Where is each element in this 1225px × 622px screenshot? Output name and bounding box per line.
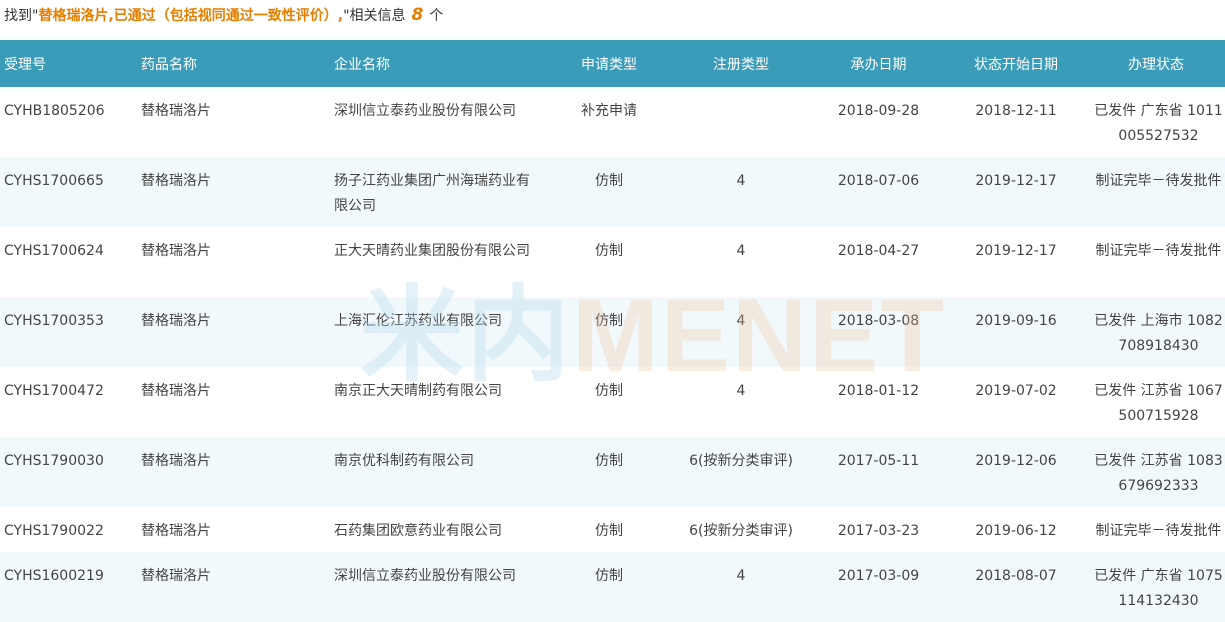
handling-date: 2017-03-09 bbox=[837, 568, 920, 584]
result-count: 8 bbox=[411, 5, 424, 25]
acceptance-no-link[interactable]: CYHS1600219 bbox=[0, 552, 137, 622]
handling-status: 已发件 江苏省 1067500715928 bbox=[1094, 383, 1223, 424]
results-table: 受理号 药品名称 企业名称 申请类型 注册类型 承办日期 状态开始日期 办理状态… bbox=[0, 40, 1225, 622]
handling-status: 已发件 江苏省 1083679692333 bbox=[1094, 453, 1223, 494]
application-type: 仿制 bbox=[595, 453, 623, 469]
handling-status: 已发件 上海市 1082708918430 bbox=[1094, 313, 1223, 354]
drug-name-link[interactable]: 替格瑞洛片 bbox=[137, 227, 330, 297]
handling-status: 已发件 广东省 1075114132430 bbox=[1094, 568, 1223, 609]
registration-type: 4 bbox=[736, 313, 746, 329]
company-name-link[interactable]: 扬子江药业集团广州海瑞药业有限公司 bbox=[330, 157, 548, 227]
header-registration-type[interactable]: 注册类型 bbox=[670, 40, 812, 87]
drug-name-link[interactable]: 替格瑞洛片 bbox=[137, 87, 330, 157]
handling-date: 2017-03-23 bbox=[837, 523, 920, 539]
handling-status: 制证完毕－待发批件 bbox=[1095, 523, 1222, 539]
drug-name-link[interactable]: 替格瑞洛片 bbox=[137, 552, 330, 622]
handling-date: 2017-05-11 bbox=[837, 453, 920, 469]
header-status-start-date[interactable]: 状态开始日期 bbox=[945, 40, 1087, 87]
handling-date: 2018-01-12 bbox=[837, 383, 920, 399]
table-row: CYHS1790022 替格瑞洛片 石药集团欧意药业有限公司 仿制 6(按新分类审评) 2… bbox=[0, 507, 1225, 552]
registration-type: 6(按新分类审评) bbox=[689, 453, 793, 469]
registration-type: 4 bbox=[736, 383, 746, 399]
acceptance-no-link[interactable]: CYHS1700665 bbox=[0, 157, 137, 227]
header-acceptance-no[interactable]: 受理号 bbox=[0, 40, 137, 87]
handling-date: 2018-09-28 bbox=[837, 103, 920, 119]
status-start-date: 2018-12-11 bbox=[975, 103, 1057, 119]
table-row: CYHS1600219 替格瑞洛片 深圳信立泰药业股份有限公司 仿制 4 2017-03-… bbox=[0, 552, 1225, 622]
summary-query: 替格瑞洛片,已通过（包括视同通过一致性评价）, bbox=[38, 8, 344, 24]
registration-type: 6(按新分类审评) bbox=[689, 523, 793, 539]
application-type: 仿制 bbox=[595, 243, 623, 259]
acceptance-no-link[interactable]: CYHS1700624 bbox=[0, 227, 137, 297]
drug-name-link[interactable]: 替格瑞洛片 bbox=[137, 507, 330, 552]
company-name-link[interactable]: 上海汇伦江苏药业有限公司 bbox=[330, 297, 548, 367]
drug-name-link[interactable]: 替格瑞洛片 bbox=[137, 157, 330, 227]
handling-date: 2018-04-27 bbox=[837, 243, 920, 259]
acceptance-no-link[interactable]: CYHS1790022 bbox=[0, 507, 137, 552]
result-summary: 找到"替格瑞洛片,已通过（包括视同通过一致性评价）,"相关信息 8 个 bbox=[4, 4, 443, 26]
header-application-type[interactable]: 申请类型 bbox=[548, 40, 670, 87]
table-row: CYHS1700665 替格瑞洛片 扬子江药业集团广州海瑞药业有限公司 仿制 4 2018… bbox=[0, 157, 1225, 227]
summary-prefix: 找到" bbox=[4, 8, 39, 24]
acceptance-no-link[interactable]: CYHB1805206 bbox=[0, 87, 137, 157]
registration-type: 4 bbox=[736, 173, 746, 189]
handling-status: 制证完毕－待发批件 bbox=[1095, 243, 1222, 259]
table-row: CYHS1700472 替格瑞洛片 南京正大天晴制药有限公司 仿制 4 2018-01-1… bbox=[0, 367, 1225, 437]
application-type: 仿制 bbox=[595, 568, 623, 584]
application-type: 仿制 bbox=[595, 173, 623, 189]
registration-type bbox=[670, 87, 812, 157]
company-name-link[interactable]: 南京正大天晴制药有限公司 bbox=[330, 367, 548, 437]
handling-date: 2018-03-08 bbox=[837, 313, 920, 329]
table-row: CYHS1700353 替格瑞洛片 上海汇伦江苏药业有限公司 仿制 4 2018-03-0… bbox=[0, 297, 1225, 367]
handling-status: 制证完毕－待发批件 bbox=[1095, 173, 1222, 189]
header-handling-status[interactable]: 办理状态 bbox=[1087, 40, 1225, 87]
drug-name-link[interactable]: 替格瑞洛片 bbox=[137, 367, 330, 437]
handling-status: 已发件 广东省 1011005527532 bbox=[1094, 103, 1223, 144]
drug-name-link[interactable]: 替格瑞洛片 bbox=[137, 297, 330, 367]
application-type: 补充申请 bbox=[581, 103, 637, 119]
company-name-link[interactable]: 深圳信立泰药业股份有限公司 bbox=[330, 552, 548, 622]
acceptance-no-link[interactable]: CYHS1700353 bbox=[0, 297, 137, 367]
status-start-date: 2019-06-12 bbox=[975, 523, 1057, 539]
header-company-name[interactable]: 企业名称 bbox=[330, 40, 548, 87]
drug-name-link[interactable]: 替格瑞洛片 bbox=[137, 437, 330, 507]
company-name-link[interactable]: 正大天晴药业集团股份有限公司 bbox=[330, 227, 548, 297]
company-name-link[interactable]: 石药集团欧意药业有限公司 bbox=[330, 507, 548, 552]
registration-type: 4 bbox=[736, 568, 746, 584]
status-start-date: 2019-07-02 bbox=[975, 383, 1057, 399]
header-drug-name[interactable]: 药品名称 bbox=[137, 40, 330, 87]
company-name-link[interactable]: 深圳信立泰药业股份有限公司 bbox=[330, 87, 548, 157]
application-type: 仿制 bbox=[595, 383, 623, 399]
handling-date: 2018-07-06 bbox=[837, 173, 920, 189]
table-row: CYHS1700624 替格瑞洛片 正大天晴药业集团股份有限公司 仿制 4 2018-04… bbox=[0, 227, 1225, 297]
summary-suffix: 个 bbox=[429, 8, 444, 24]
registration-type: 4 bbox=[736, 243, 746, 259]
company-name-link[interactable]: 南京优科制药有限公司 bbox=[330, 437, 548, 507]
status-start-date: 2019-12-06 bbox=[975, 453, 1057, 469]
summary-middle: "相关信息 bbox=[343, 8, 406, 24]
application-type: 仿制 bbox=[595, 313, 623, 329]
table-row: CYHB1805206 替格瑞洛片 深圳信立泰药业股份有限公司 补充申请 2018-09… bbox=[0, 87, 1225, 157]
status-start-date: 2018-08-07 bbox=[975, 568, 1057, 584]
table-header-row: 受理号 药品名称 企业名称 申请类型 注册类型 承办日期 状态开始日期 办理状态 bbox=[0, 40, 1225, 87]
header-handling-date[interactable]: 承办日期 bbox=[812, 40, 945, 87]
application-type: 仿制 bbox=[595, 523, 623, 539]
acceptance-no-link[interactable]: CYHS1790030 bbox=[0, 437, 137, 507]
acceptance-no-link[interactable]: CYHS1700472 bbox=[0, 367, 137, 437]
status-start-date: 2019-12-17 bbox=[975, 243, 1057, 259]
table-row: CYHS1790030 替格瑞洛片 南京优科制药有限公司 仿制 6(按新分类审评) 201… bbox=[0, 437, 1225, 507]
status-start-date: 2019-12-17 bbox=[975, 173, 1057, 189]
status-start-date: 2019-09-16 bbox=[975, 313, 1057, 329]
